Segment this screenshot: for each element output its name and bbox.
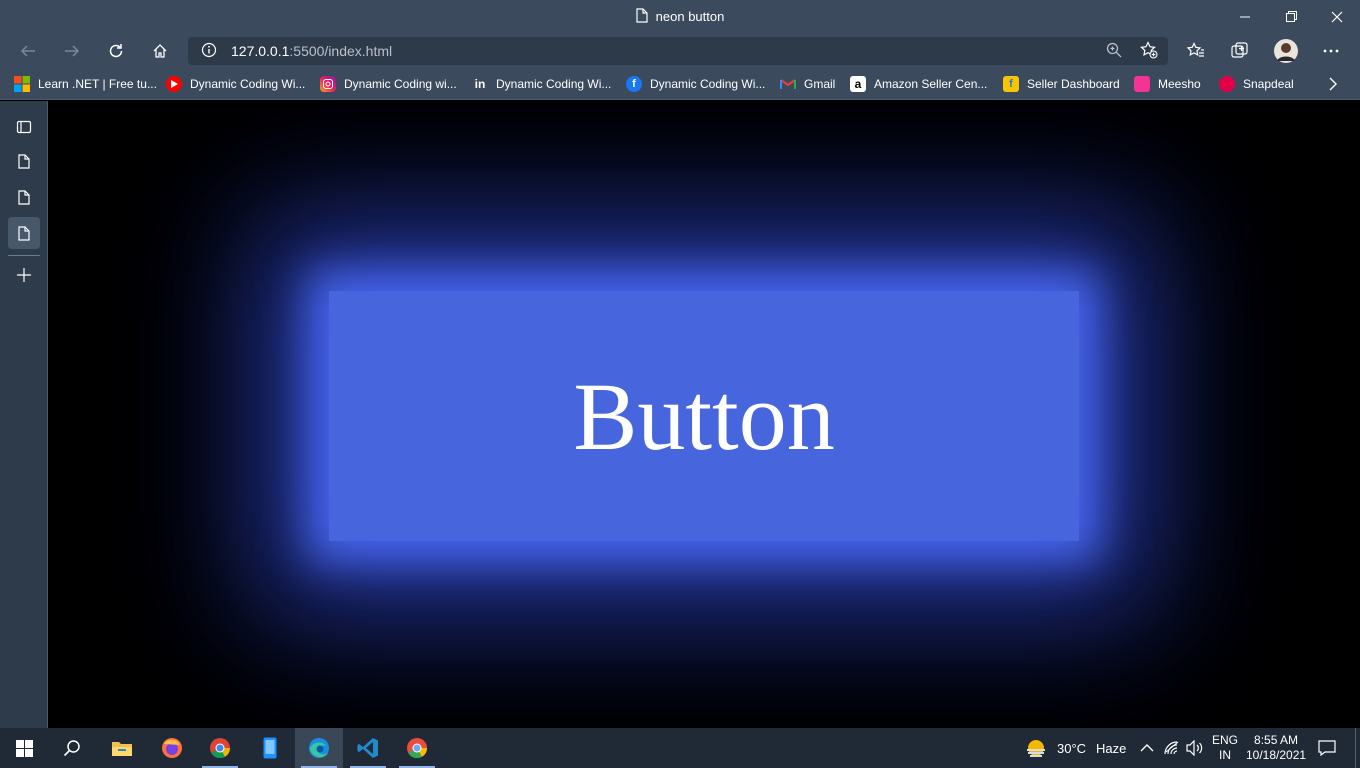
language-code: ENG — [1212, 733, 1239, 747]
restore-button[interactable] — [1268, 0, 1314, 33]
zoom-icon[interactable] — [1106, 42, 1122, 61]
clock[interactable]: 8:55 AM 10/18/2021 — [1246, 728, 1306, 768]
favorite-item[interactable]: Dynamic Coding wi... — [320, 69, 457, 99]
amazon-icon: a — [850, 76, 866, 92]
linkedin-icon: in — [472, 76, 488, 92]
favorite-label: Dynamic Coding wi... — [344, 77, 457, 91]
more-menu-button[interactable] — [1317, 37, 1345, 65]
back-button[interactable] — [14, 37, 42, 65]
favorite-label: Learn .NET | Free tu... — [38, 77, 157, 91]
favorite-item[interactable]: Gmail — [780, 69, 835, 99]
vertical-tabs-sidebar — [0, 101, 48, 728]
show-hidden-icons-button[interactable] — [1140, 728, 1154, 768]
volume-icon[interactable] — [1186, 728, 1204, 768]
snapdeal-icon — [1219, 76, 1235, 92]
new-tab-button[interactable] — [8, 259, 40, 291]
weather-description: Haze — [1096, 740, 1127, 756]
phone-app-icon[interactable] — [246, 728, 294, 768]
profile-avatar[interactable] — [1272, 37, 1300, 65]
edge-icon[interactable] — [295, 728, 343, 768]
forward-button[interactable] — [58, 37, 86, 65]
vscode-icon[interactable] — [344, 728, 392, 768]
facebook-icon: f — [626, 76, 642, 92]
tab-page-1[interactable] — [8, 145, 40, 177]
favorite-label: Dynamic Coding Wi... — [650, 77, 766, 91]
start-icon[interactable] — [0, 728, 48, 768]
file-explorer-icon[interactable] — [98, 728, 146, 768]
document-icon — [636, 7, 648, 26]
clock-date: 10/18/2021 — [1246, 748, 1307, 762]
collections-button[interactable] — [1226, 37, 1254, 65]
flipkart-icon: f — [1003, 76, 1019, 92]
tab-actions-button[interactable] — [8, 111, 40, 143]
favorite-item[interactable]: Learn .NET | Free tu... — [14, 69, 157, 99]
favorite-label: Meesho — [1158, 77, 1201, 91]
gmail-icon — [780, 76, 796, 92]
url-path: :5500/index.html — [289, 43, 393, 59]
neon-button[interactable]: Button — [329, 291, 1079, 541]
search-icon[interactable] — [48, 728, 96, 768]
favorite-item[interactable]: f Dynamic Coding Wi... — [626, 69, 765, 99]
window-title-area: neon button — [0, 0, 1360, 33]
favorite-label: Dynamic Coding Wi... — [496, 77, 612, 91]
microsoft-icon — [14, 76, 30, 92]
add-favorite-icon[interactable] — [1140, 40, 1158, 62]
firefox-icon[interactable] — [148, 728, 196, 768]
favorite-label: Seller Dashboard — [1027, 77, 1120, 91]
tab-page-2[interactable] — [8, 181, 40, 213]
home-button[interactable] — [146, 37, 174, 65]
region-code: IN — [1219, 748, 1231, 762]
web-page-content: Button — [49, 101, 1360, 728]
favorites-bar: Learn .NET | Free tu... Dynamic Coding W… — [0, 69, 1360, 100]
url-host: 127.0.0.1 — [231, 43, 290, 59]
favorite-label: Snapdeal — [1243, 77, 1294, 91]
address-bar[interactable]: 127.0.0.1:5500/index.html — [188, 37, 1168, 65]
site-info-icon[interactable] — [201, 42, 217, 61]
sidebar-divider — [8, 255, 40, 256]
title-bar: neon button — [0, 0, 1360, 33]
favorite-item[interactable]: Snapdeal — [1219, 69, 1294, 99]
favorite-label: Dynamic Coding Wi... — [190, 77, 306, 91]
chrome-icon[interactable] — [196, 728, 244, 768]
favorite-label: Gmail — [804, 77, 836, 91]
close-button[interactable] — [1314, 0, 1360, 33]
meesho-icon — [1134, 76, 1150, 92]
window-title: neon button — [655, 9, 725, 24]
favorite-item[interactable]: a Amazon Seller Cen... — [850, 69, 987, 99]
show-desktop-button[interactable] — [1355, 728, 1360, 768]
favorites-overflow-button[interactable] — [1328, 69, 1338, 99]
tab-page-active[interactable] — [8, 217, 40, 249]
weather-widget[interactable]: 30°C Haze — [1025, 728, 1126, 768]
language-indicator[interactable]: ENG IN — [1212, 728, 1238, 768]
weather-haze-icon — [1025, 737, 1047, 759]
browser-toolbar: 127.0.0.1:5500/index.html — [0, 33, 1360, 69]
taskbar: 30°C Haze ENG IN 8:55 AM 10/18/2021 — [0, 728, 1360, 768]
favorites-button[interactable] — [1182, 37, 1210, 65]
minimize-button[interactable] — [1222, 0, 1268, 33]
favorite-item[interactable]: Meesho — [1134, 69, 1201, 99]
refresh-button[interactable] — [102, 37, 130, 65]
favorite-label: Amazon Seller Cen... — [874, 77, 988, 91]
instagram-icon — [320, 76, 336, 92]
clock-time: 8:55 AM — [1254, 733, 1299, 747]
chrome-canary-icon[interactable] — [393, 728, 441, 768]
favorite-item[interactable]: Dynamic Coding Wi... — [166, 69, 305, 99]
weather-temperature: 30°C — [1057, 740, 1087, 756]
network-icon[interactable] — [1163, 728, 1181, 768]
favorite-item[interactable]: f Seller Dashboard — [1003, 69, 1120, 99]
favorite-item[interactable]: in Dynamic Coding Wi... — [472, 69, 611, 99]
youtube-icon — [166, 76, 182, 92]
notifications-icon[interactable] — [1318, 728, 1336, 768]
